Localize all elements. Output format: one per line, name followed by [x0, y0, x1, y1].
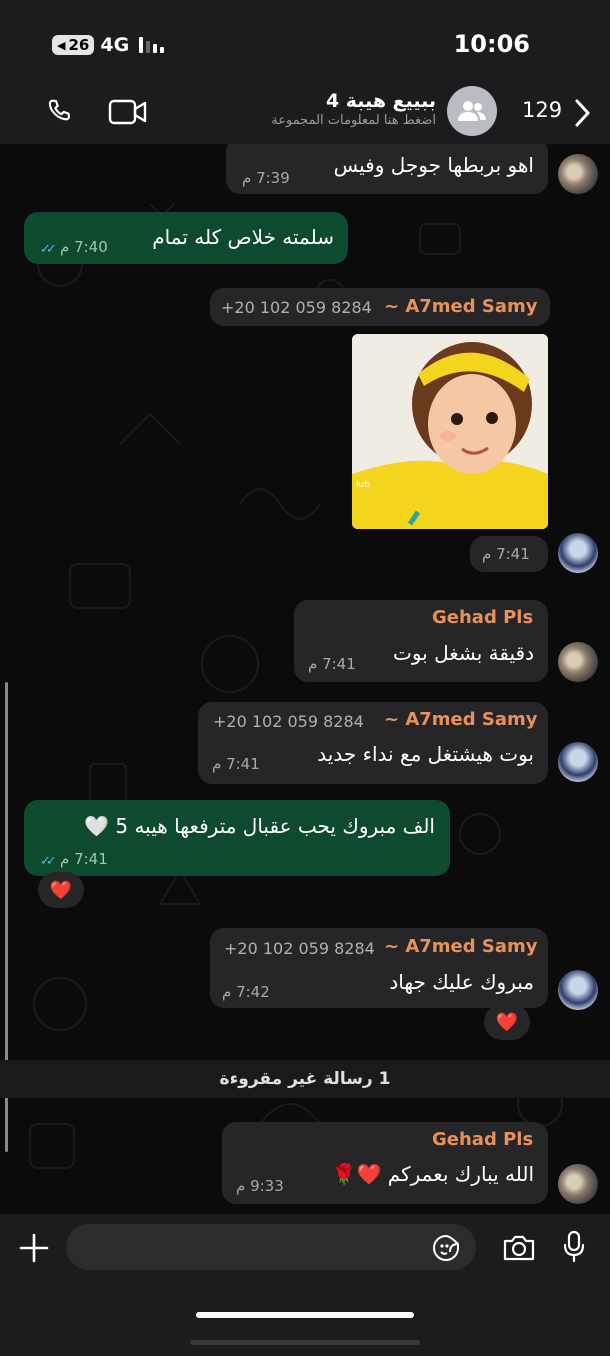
message-text: الله يبارك بعمركم ❤️🌹: [331, 1162, 534, 1186]
sticker-icon[interactable]: [432, 1234, 460, 1266]
avatar[interactable]: [558, 642, 598, 682]
battery-indicator: ◀ 26: [52, 35, 95, 55]
message-text: دقيقة بشغل بوت: [393, 641, 534, 665]
home-indicator-secondary: [190, 1340, 420, 1345]
message-time: 7:40 م: [60, 238, 108, 256]
message-input[interactable]: [66, 1224, 476, 1270]
message-time: 7:41 م: [308, 655, 356, 673]
heart-icon: ❤️: [495, 1011, 519, 1033]
message-text: الف مبروك يحب عقبال مترفعها هيبه 5 🤍: [84, 814, 435, 838]
sender-phone: +20 102 059 8284: [224, 939, 375, 958]
photo-caption: lub: [356, 480, 370, 490]
reaction-badge[interactable]: ❤️: [484, 1004, 530, 1040]
sender-phone: +20 102 059 8284: [221, 298, 372, 317]
message-time: 7:41 م: [212, 755, 260, 773]
sender-name[interactable]: ~ A7med Samy: [384, 709, 538, 730]
read-ticks-icon: ✓✓: [40, 854, 57, 869]
member-count[interactable]: 129: [522, 98, 562, 122]
shared-photo[interactable]: lub: [352, 334, 548, 529]
chat-header: ببييع هيبة 4 اضغط هنا لمعلومات المجموعة …: [0, 86, 610, 144]
reaction-badge[interactable]: ❤️: [38, 872, 84, 908]
sender-name[interactable]: ~ A7med Samy: [384, 296, 538, 317]
sender-name[interactable]: Gehad Pls: [432, 607, 533, 628]
network-type: 4G: [100, 34, 130, 56]
message-time: 7:41 م: [482, 545, 530, 563]
home-indicator[interactable]: [196, 1312, 414, 1318]
group-title[interactable]: ببييع هيبة 4 اضغط هنا لمعلومات المجموعة: [271, 90, 436, 128]
status-bar: ◀ 26 4G 10:06: [0, 0, 610, 86]
mic-icon[interactable]: [562, 1230, 586, 1268]
message-text: سلمته خلاص كله تمام: [152, 225, 334, 249]
avatar[interactable]: [558, 970, 598, 1010]
sender-name[interactable]: Gehad Pls: [432, 1129, 533, 1150]
signal-bars-icon: [139, 37, 165, 53]
group-info-hint: اضغط هنا لمعلومات المجموعة: [271, 113, 436, 128]
read-ticks-icon: ✓✓: [40, 242, 57, 257]
camera-icon[interactable]: [502, 1234, 536, 1266]
plus-icon[interactable]: [18, 1232, 50, 1268]
phone-icon[interactable]: [44, 96, 76, 132]
avatar[interactable]: [558, 154, 598, 194]
message-text: اهو بربطها جوجل وفيس: [333, 153, 534, 177]
avatar[interactable]: [558, 533, 598, 573]
chevron-right-icon[interactable]: [572, 98, 592, 132]
chat-area[interactable]: اهو بربطها جوجل وفيس 7:39 م سلمته خلاص ك…: [0, 144, 610, 1214]
sender-name[interactable]: ~ A7med Samy: [384, 936, 538, 957]
message-time: 7:39 م: [242, 169, 290, 187]
status-indicators: ◀ 26 4G: [52, 34, 165, 56]
avatar[interactable]: [558, 1164, 598, 1204]
heart-icon: ❤️: [49, 879, 73, 901]
message-time: 7:41 م: [60, 850, 108, 868]
sender-phone: +20 102 059 8284: [213, 712, 364, 731]
battery-level: 26: [68, 36, 90, 54]
video-icon[interactable]: [108, 98, 148, 130]
message-text: بوت هيشتغل مع نداء جديد: [317, 742, 534, 766]
group-icon[interactable]: [447, 86, 497, 136]
group-name[interactable]: ببييع هيبة 4: [271, 90, 436, 112]
message-time: 9:33 م: [236, 1177, 284, 1195]
message-text: مبروك عليك جهاد: [389, 970, 534, 994]
unread-separator: 1 رسالة غير مقروءة: [0, 1060, 610, 1098]
message-time: 7:42 م: [222, 983, 270, 1001]
clock: 10:06: [453, 30, 530, 58]
avatar[interactable]: [558, 742, 598, 782]
input-bar: [0, 1214, 610, 1356]
